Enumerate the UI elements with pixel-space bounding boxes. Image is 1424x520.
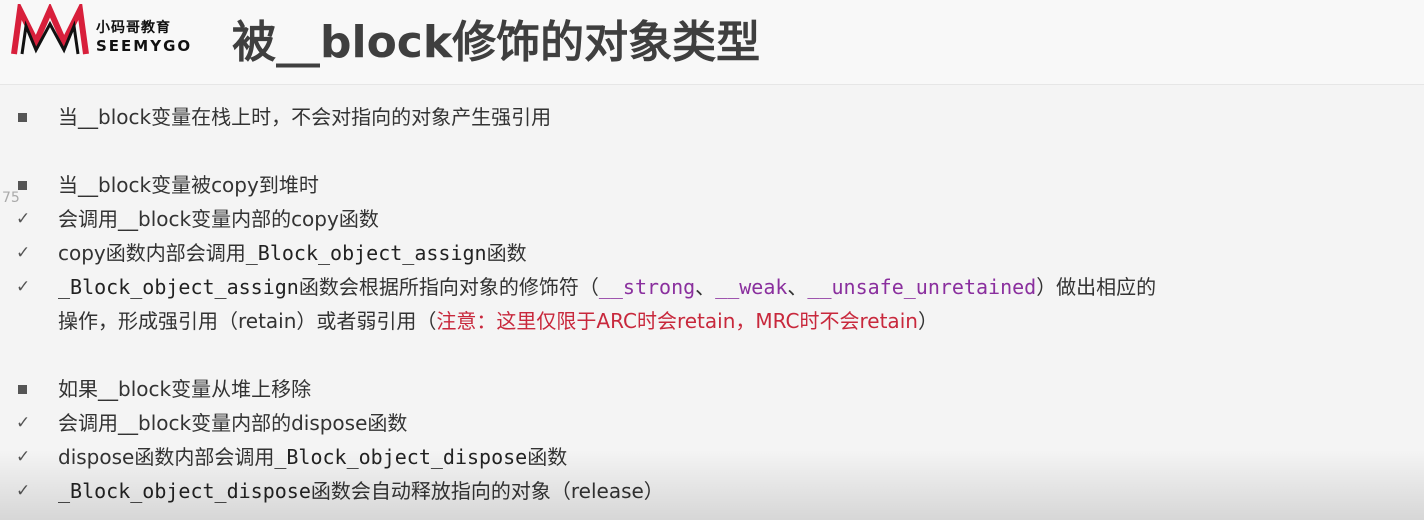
check-icon: ✓ — [16, 413, 31, 433]
check-item-dispose-function: ✓ 会调用__block变量内部的dispose函数 — [0, 408, 1424, 438]
check-item-assign-call: ✓ copy函数内部会调用_Block_object_assign函数 — [0, 238, 1424, 268]
keyword-unsafe-unretained: __unsafe_unretained — [807, 275, 1037, 299]
code-block-object-assign: _Block_object_assign — [245, 241, 487, 265]
text-segment: ）做出相应的 — [1036, 275, 1157, 299]
text-segment: 、 — [695, 275, 716, 299]
bullet-text: 如果__block变量从堆上移除 — [58, 377, 312, 401]
text-segment: 函数会根据所指向对象的修饰符（ — [298, 275, 599, 299]
check-item-dispose-call: ✓ dispose函数内部会调用_Block_object_dispose函数 — [0, 442, 1424, 472]
check-item-text: 会调用__block变量内部的dispose函数 — [58, 411, 408, 435]
text-segment: dispose函数内部会调用 — [58, 445, 275, 469]
check-item-copy-function: ✓ 会调用__block变量内部的copy函数 — [0, 204, 1424, 234]
check-item-text: dispose函数内部会调用_Block_object_dispose函数 — [58, 442, 567, 472]
text-segment: 函数会自动释放指向的对象（release） — [310, 479, 664, 503]
square-bullet-icon — [18, 385, 27, 394]
check-item-text: _Block_object_assign函数会根据所指向对象的修饰符（__str… — [58, 272, 1156, 302]
keyword-strong: __strong — [598, 275, 696, 299]
check-item-assign-continuation: 操作，形成强引用（retain）或者弱引用（注意：这里仅限于ARC时会retai… — [0, 306, 1424, 336]
text-segment: 操作，形成强引用（retain）或者弱引用（ — [58, 309, 437, 333]
continuation-text: 操作，形成强引用（retain）或者弱引用（注意：这里仅限于ARC时会retai… — [58, 306, 938, 336]
check-item-assign-behavior: ✓ _Block_object_assign函数会根据所指向对象的修饰符（__s… — [0, 272, 1424, 302]
bullet-text: 当__block变量在栈上时，不会对指向的对象产生强引用 — [58, 105, 552, 129]
text-segment: 函数 — [486, 241, 527, 265]
square-bullet-icon — [18, 181, 27, 190]
bullet-copy-to-heap: 当__block变量被copy到堆时 — [0, 170, 1424, 200]
bullet-remove-from-heap: 如果__block变量从堆上移除 — [0, 374, 1424, 404]
check-icon: ✓ — [16, 243, 31, 263]
arc-note-text: 注意：这里仅限于ARC时会retain，MRC时不会retain — [436, 309, 918, 333]
slide-header: 小码哥教育 SEEMYGO 被__block修饰的对象类型 — [0, 0, 1424, 85]
code-block-object-assign: _Block_object_assign — [58, 275, 299, 299]
check-item-text: copy函数内部会调用_Block_object_assign函数 — [58, 238, 527, 268]
square-bullet-icon — [18, 113, 27, 122]
check-icon: ✓ — [16, 481, 31, 501]
check-icon: ✓ — [16, 277, 31, 297]
logo-english-text: SEEMYGO — [96, 37, 193, 55]
bullet-stack: 当__block变量在栈上时，不会对指向的对象产生强引用 — [0, 102, 1424, 132]
logo-chinese-text: 小码哥教育 — [96, 20, 171, 36]
keyword-weak: __weak — [715, 275, 788, 299]
text-segment: 、 — [787, 275, 808, 299]
text-segment: ） — [917, 309, 938, 333]
slide-title: 被__block修饰的对象类型 — [232, 17, 761, 68]
text-segment: 函数 — [527, 445, 568, 469]
check-icon: ✓ — [16, 447, 31, 467]
check-item-dispose-release: ✓ _Block_object_dispose函数会自动释放指向的对象（rele… — [0, 476, 1424, 506]
check-item-text: _Block_object_dispose函数会自动释放指向的对象（releas… — [58, 476, 664, 506]
brand-logo: 小码哥教育 SEEMYGO — [10, 0, 200, 60]
bullet-text: 当__block变量被copy到堆时 — [58, 173, 319, 197]
text-segment: copy函数内部会调用 — [58, 241, 246, 265]
check-icon: ✓ — [16, 209, 31, 229]
code-block-object-dispose: _Block_object_dispose — [274, 445, 528, 469]
code-block-object-dispose: _Block_object_dispose — [58, 479, 311, 503]
mj-logo-icon — [11, 0, 89, 55]
check-item-text: 会调用__block变量内部的copy函数 — [58, 207, 379, 231]
